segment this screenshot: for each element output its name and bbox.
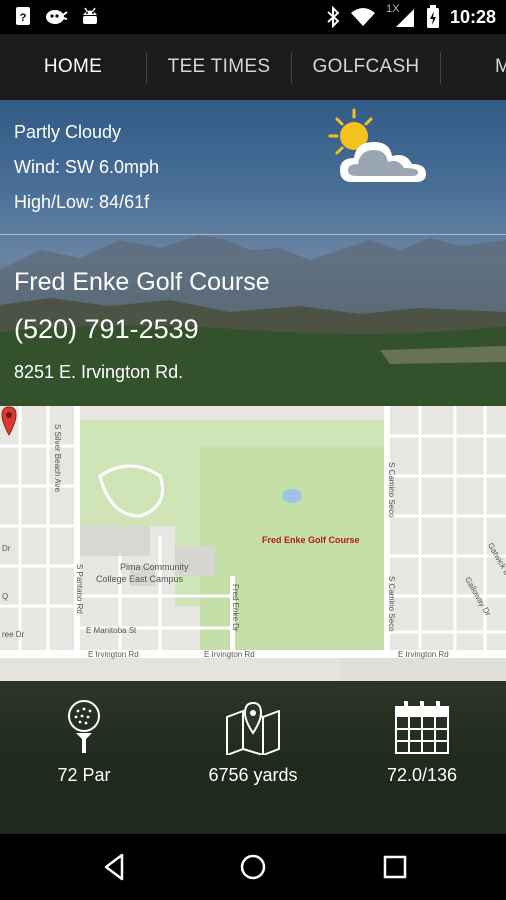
tab-label: M — [495, 56, 506, 77]
golf-ball-icon — [68, 700, 100, 753]
tab-more[interactable]: M — [495, 34, 506, 100]
stat-label: 72 Par — [57, 765, 111, 785]
status-time: 10:28 — [449, 6, 496, 27]
bluetooth-icon — [327, 6, 340, 28]
weather-wind: Wind: SW 6.0mph — [14, 157, 160, 177]
cat-icon — [46, 10, 68, 24]
course-map[interactable]: S Silver Beach Ave S Pantano Rd E Manito… — [0, 406, 506, 681]
street-label: E Irvington Rd — [88, 650, 139, 659]
back-icon[interactable] — [100, 852, 130, 882]
stat-label: 72.0/136 — [386, 765, 458, 785]
map-pin-label: Fred Enke Golf Course — [262, 535, 360, 545]
street-label: Q — [2, 592, 9, 601]
stat-label: 6756 yards — [208, 765, 298, 785]
stat-par: 72 Par — [0, 681, 168, 834]
street-label: S Camino Seco — [387, 462, 396, 518]
tab-label: TEE TIMES — [167, 56, 271, 77]
street-label: S Camino Seco — [387, 576, 396, 632]
weather-divider — [0, 234, 506, 235]
street-label: E Irvington Rd — [398, 650, 449, 659]
course-stats: 72 Par 6756 yards 72.0/136 — [0, 681, 506, 834]
tab-bar: HOME TEE TIMES GOLFCASH M — [0, 34, 506, 100]
wifi-icon — [350, 8, 375, 26]
sim-icon: ? — [16, 7, 30, 25]
poi-label: Pima Community — [120, 562, 189, 572]
weather-condition: Partly Cloudy — [14, 122, 122, 142]
street-label: Fred Enke Dr — [231, 584, 240, 632]
android-icon — [83, 7, 97, 24]
map-tiles — [0, 406, 506, 681]
street-label: E Irvington Rd — [204, 650, 255, 659]
map-pin-icon[interactable] — [0, 406, 18, 436]
status-bar: ? 1X 10:28 — [0, 0, 506, 34]
tab-label: HOME — [43, 56, 103, 77]
home-icon[interactable] — [238, 852, 268, 882]
poi-label: College East Campus — [96, 574, 184, 584]
course-phone-link[interactable]: (520) 791-2539 — [14, 314, 199, 345]
stat-yards: 6756 yards — [169, 681, 337, 834]
stat-rating: 72.0/136 — [338, 681, 506, 834]
street-label: S Silver Beach Ave — [53, 424, 62, 492]
weather-high-low: High/Low: 84/61f — [14, 192, 150, 212]
calendar-icon — [395, 701, 449, 754]
street-label: S Pantano Rd — [75, 564, 84, 614]
battery-icon — [426, 5, 439, 28]
course-name: Fred Enke Golf Course — [14, 268, 270, 296]
tab-tee-times[interactable]: TEE TIMES — [147, 34, 291, 100]
system-nav-bar — [0, 834, 506, 900]
course-hero: Partly Cloudy Wind: SW 6.0mph High/Low: … — [0, 100, 506, 406]
signal-icon: 1X — [386, 3, 416, 28]
course-address: 8251 E. Irvington Rd. — [14, 362, 184, 382]
svg-text:?: ? — [20, 12, 27, 24]
tab-divider — [440, 52, 441, 84]
recents-icon[interactable] — [380, 852, 410, 882]
street-label: Dr — [2, 544, 11, 553]
weather-panel: Partly Cloudy Wind: SW 6.0mph High/Low: … — [0, 100, 506, 234]
tab-label: GOLFCASH — [312, 56, 420, 77]
tab-home[interactable]: HOME — [0, 34, 146, 100]
tab-golfcash[interactable]: GOLFCASH — [292, 34, 440, 100]
partly-cloudy-icon — [328, 108, 426, 182]
street-label: E Manitoba St — [86, 626, 137, 635]
map-location-icon — [226, 701, 280, 755]
street-label: ree Dr — [2, 630, 25, 639]
